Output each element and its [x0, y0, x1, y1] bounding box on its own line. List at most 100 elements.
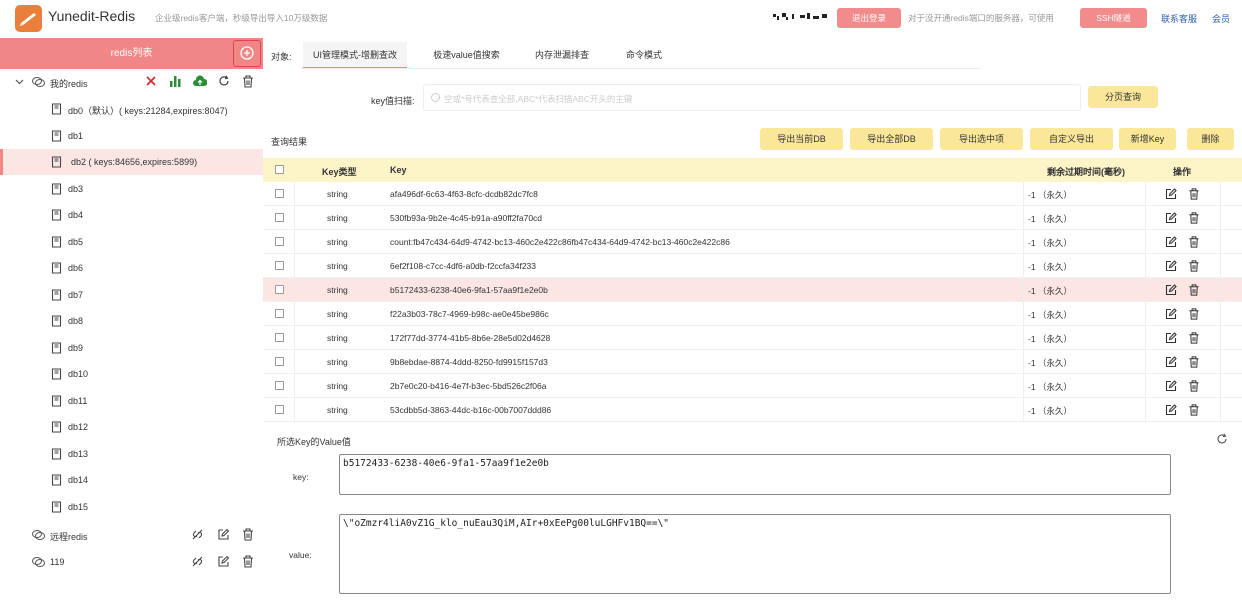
table-row[interactable]: string 9b8ebdae-8874-4ddd-8250-fd9915f157…	[263, 350, 1242, 374]
edit-icon[interactable]	[1165, 380, 1177, 392]
stats-chart-icon[interactable]	[169, 75, 182, 87]
trash-icon[interactable]	[1188, 380, 1200, 392]
trash-icon[interactable]	[242, 528, 254, 541]
sidebar-db-item[interactable]: db5	[0, 229, 263, 255]
trash-icon[interactable]	[1188, 236, 1200, 248]
trash-icon[interactable]	[1188, 260, 1200, 272]
refresh-value-icon[interactable]	[1216, 433, 1228, 445]
sidebar-db-item[interactable]: db14	[0, 467, 263, 493]
refresh-icon[interactable]	[218, 75, 230, 87]
app-tagline: 企业级redis客户端，秒级导出导入10万级数据	[155, 13, 328, 23]
trash-icon[interactable]	[242, 555, 254, 568]
row-checkbox[interactable]	[275, 285, 284, 294]
select-all-checkbox[interactable]	[275, 165, 284, 174]
sidebar-db-item[interactable]: db13	[0, 441, 263, 467]
export-selected-button[interactable]: 导出选中项	[940, 128, 1023, 150]
sidebar-db-item[interactable]: db7	[0, 282, 263, 308]
ssh-tunnel-button[interactable]: SSH隧道	[1080, 8, 1147, 28]
table-row[interactable]: string 6ef2f108-c7cc-4df6-a0db-f2ccfa34f2…	[263, 254, 1242, 278]
edit-icon[interactable]	[1165, 284, 1177, 296]
sidebar-db-item[interactable]: db11	[0, 388, 263, 414]
add-connection-button[interactable]	[233, 40, 261, 67]
trash-icon[interactable]	[1188, 356, 1200, 368]
edit-icon[interactable]	[1165, 356, 1177, 368]
trash-icon[interactable]	[1188, 284, 1200, 296]
sidebar: redis列表 我的redis db0（默认）( keys:21284,expi…	[0, 38, 263, 614]
trash-icon[interactable]	[1188, 212, 1200, 224]
table-row[interactable]: string f22a3b03-78c7-4969-b98c-ae0e45be98…	[263, 302, 1242, 326]
value-textarea[interactable]: \"oZmzr4liA0vZ1G_klo_nuEau3QiM,AIr+0xEeP…	[339, 514, 1171, 594]
edit-icon[interactable]	[1165, 404, 1177, 416]
row-checkbox[interactable]	[275, 405, 284, 414]
sidebar-db-item[interactable]: db3	[0, 176, 263, 202]
table-row[interactable]: string 530fb93a-9b2e-4c45-b91a-a90ff2fa70…	[263, 206, 1242, 230]
table-row[interactable]: string b5172433-6238-40e6-9fa1-57aa9f1e2e…	[263, 278, 1242, 302]
sidebar-db-item[interactable]: db12	[0, 414, 263, 440]
row-checkbox[interactable]	[275, 189, 284, 198]
add-key-button[interactable]: 新增Key	[1119, 128, 1176, 150]
trash-icon[interactable]	[1188, 404, 1200, 416]
disconnect-icon[interactable]	[145, 75, 157, 87]
tab-value-search[interactable]: 极速value值搜索	[413, 42, 520, 69]
row-checkbox[interactable]	[275, 213, 284, 222]
support-link[interactable]: 联系客服	[1161, 12, 1197, 25]
trash-icon[interactable]	[242, 75, 254, 88]
sidebar-db-item[interactable]: db6	[0, 255, 263, 281]
sidebar-db-item[interactable]: db2 ( keys:84656,expires:5899)	[0, 149, 263, 175]
row-checkbox[interactable]	[275, 261, 284, 270]
link-icon[interactable]	[191, 555, 204, 568]
tab-command-mode[interactable]: 命令模式	[608, 42, 680, 69]
trash-icon[interactable]	[1188, 332, 1200, 344]
sidebar-db-item[interactable]: db0（默认）( keys:21284,expires:8047)	[0, 96, 263, 122]
tab-memory-leak[interactable]: 内存泄漏排查	[526, 42, 598, 69]
logout-button[interactable]: 退出登录	[837, 8, 901, 28]
db-label: db5	[68, 236, 84, 247]
redis-connection-icon	[32, 557, 45, 567]
chevron-down-icon[interactable]	[15, 77, 24, 86]
trash-icon[interactable]	[1188, 308, 1200, 320]
row-checkbox[interactable]	[275, 357, 284, 366]
sidebar-db-item[interactable]: db8	[0, 308, 263, 334]
qr-strip-icon	[773, 13, 827, 20]
edit-icon[interactable]	[1165, 332, 1177, 344]
edit-icon[interactable]	[1165, 308, 1177, 320]
scan-placeholder: 空或*号代表查全部,ABC*代表扫描ABC开头的主键	[444, 94, 633, 104]
row-checkbox[interactable]	[275, 309, 284, 318]
scan-radio[interactable]	[431, 93, 440, 102]
sidebar-db-item[interactable]: db15	[0, 494, 263, 520]
custom-export-button[interactable]: 自定义导出	[1030, 128, 1113, 150]
delete-button[interactable]: 删除	[1187, 128, 1234, 150]
tab-ui-manage[interactable]: UI管理模式-增删查改	[303, 42, 407, 69]
page-query-button[interactable]: 分页查询	[1088, 86, 1158, 108]
link-icon[interactable]	[191, 528, 204, 541]
connection-remote-redis[interactable]: 远程redis	[0, 522, 263, 548]
edit-icon[interactable]	[1165, 188, 1177, 200]
table-row[interactable]: string count:fb47c434-64d9-4742-bc13-460c…	[263, 230, 1242, 254]
row-checkbox[interactable]	[275, 381, 284, 390]
trash-icon[interactable]	[1188, 188, 1200, 200]
edit-icon[interactable]	[1165, 260, 1177, 272]
sidebar-db-item[interactable]: db4	[0, 202, 263, 228]
edit-icon[interactable]	[1165, 236, 1177, 248]
table-row[interactable]: string 53cdbb5d-3863-44dc-b16c-00b7007ddd…	[263, 398, 1242, 422]
cloud-upload-icon[interactable]	[193, 75, 207, 87]
table-row[interactable]: string 2b7e0c20-b416-4e7f-b3ec-5bd526c2f0…	[263, 374, 1242, 398]
sidebar-db-item[interactable]: db1	[0, 123, 263, 149]
table-row[interactable]: string afa496df-6c63-4f63-8cfc-dcdb82dc7f…	[263, 182, 1242, 206]
connection-119[interactable]: 119	[0, 549, 263, 575]
sidebar-db-item[interactable]: db10	[0, 361, 263, 387]
edit-icon[interactable]	[217, 528, 230, 541]
table-row[interactable]: string 172f77dd-3774-41b5-8b6e-28e5d02d46…	[263, 326, 1242, 350]
member-link[interactable]: 会员	[1212, 12, 1230, 25]
export-all-db-button[interactable]: 导出全部DB	[850, 128, 933, 150]
key-textarea[interactable]: b5172433-6238-40e6-9fa1-57aa9f1e2e0b	[339, 454, 1171, 495]
export-current-db-button[interactable]: 导出当前DB	[760, 128, 843, 150]
connection-my-redis[interactable]: 我的redis	[0, 69, 263, 95]
edit-icon[interactable]	[217, 555, 230, 568]
row-checkbox[interactable]	[275, 237, 284, 246]
db-label: db11	[68, 395, 88, 406]
row-checkbox[interactable]	[275, 333, 284, 342]
key-scan-input[interactable]: 空或*号代表查全部,ABC*代表扫描ABC开头的主键	[423, 84, 1081, 111]
sidebar-db-item[interactable]: db9	[0, 335, 263, 361]
edit-icon[interactable]	[1165, 212, 1177, 224]
